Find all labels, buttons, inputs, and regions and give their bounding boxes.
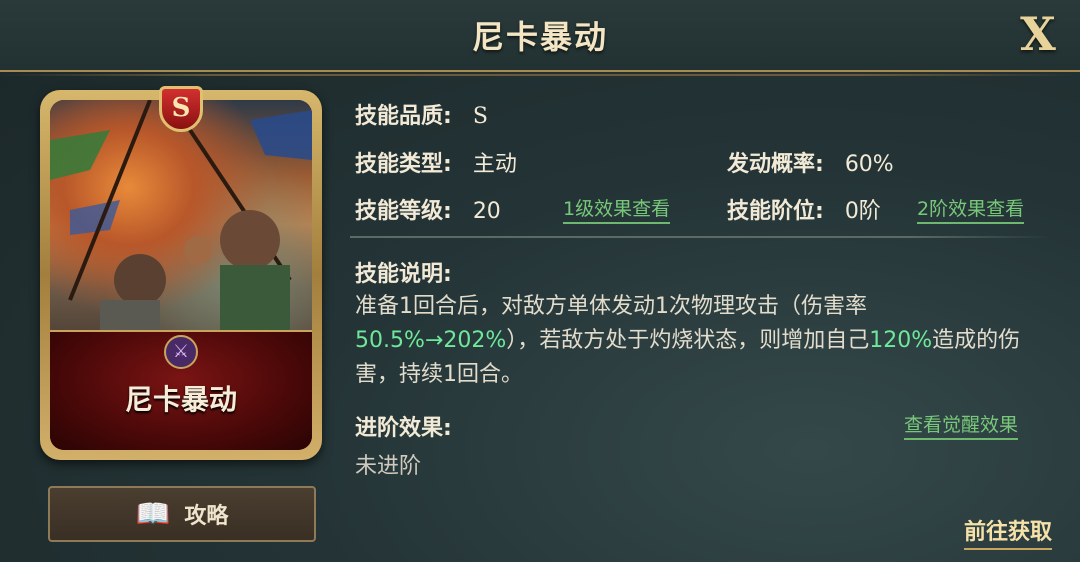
card-inner: ⚔ 尼卡暴动 — [50, 100, 312, 450]
description-part2: ），若敌方处于灼烧状态，则增加自己 — [506, 328, 870, 353]
book-icon: 📖 — [135, 497, 171, 530]
advance-label: 进阶效果: — [355, 416, 452, 441]
advance-label-row: 进阶效果: — [355, 410, 452, 442]
level-row: 技能等级: 20 — [355, 193, 501, 225]
description-label-row: 技能说明: — [355, 256, 452, 288]
damage-bonus-highlight: 120% — [869, 328, 933, 353]
rank-value: 0阶 — [844, 199, 881, 224]
rank-label: 技能阶位: — [727, 199, 824, 224]
type-row: 技能类型: 主动 — [355, 146, 517, 178]
damage-rate-highlight: 50.5%→202% — [355, 328, 507, 353]
quality-label: 技能品质: — [355, 104, 452, 129]
advance-value: 未进阶 — [355, 454, 422, 479]
trigger-label: 发动概率: — [727, 152, 824, 177]
close-button[interactable]: X — [1014, 8, 1062, 60]
description-label: 技能说明: — [355, 262, 452, 287]
grade-badge: S — [159, 86, 203, 132]
level1-effect-link[interactable]: 1级效果查看 — [563, 194, 671, 224]
description-text: 准备1回合后，对敌方单体发动1次物理攻击（伤害率 50.5%→202%），若敌方处… — [355, 290, 1035, 392]
quality-value: S — [472, 104, 488, 129]
level-value: 20 — [472, 199, 501, 224]
quality-row: 技能品质: S — [355, 98, 488, 130]
goto-obtain-link[interactable]: 前往获取 — [963, 514, 1052, 550]
type-value: 主动 — [472, 152, 517, 177]
trigger-row: 发动概率: 60% — [727, 146, 894, 178]
crossed-weapons-icon: ⚔ — [164, 335, 198, 369]
level-label: 技能等级: — [355, 199, 452, 224]
section-divider — [350, 236, 1050, 238]
description-part1: 准备1回合后，对敌方单体发动1次物理攻击（伤害率 — [355, 294, 867, 319]
card-artwork — [50, 100, 312, 350]
page-title: 尼卡暴动 — [471, 18, 608, 56]
card-name: 尼卡暴动 — [124, 383, 237, 416]
awaken-effect-link[interactable]: 查看觉醒效果 — [904, 410, 1019, 440]
trigger-value: 60% — [844, 152, 894, 177]
rank2-effect-link[interactable]: 2阶效果查看 — [917, 194, 1025, 224]
type-label: 技能类型: — [355, 152, 452, 177]
guide-button[interactable]: 📖 攻略 — [48, 486, 316, 542]
skill-card: S ⚔ 尼卡暴动 — [40, 86, 322, 460]
header-bar: 尼卡暴动 X — [0, 0, 1080, 76]
guide-button-label: 攻略 — [184, 504, 229, 529]
rank-row: 技能阶位: 0阶 — [727, 193, 881, 225]
